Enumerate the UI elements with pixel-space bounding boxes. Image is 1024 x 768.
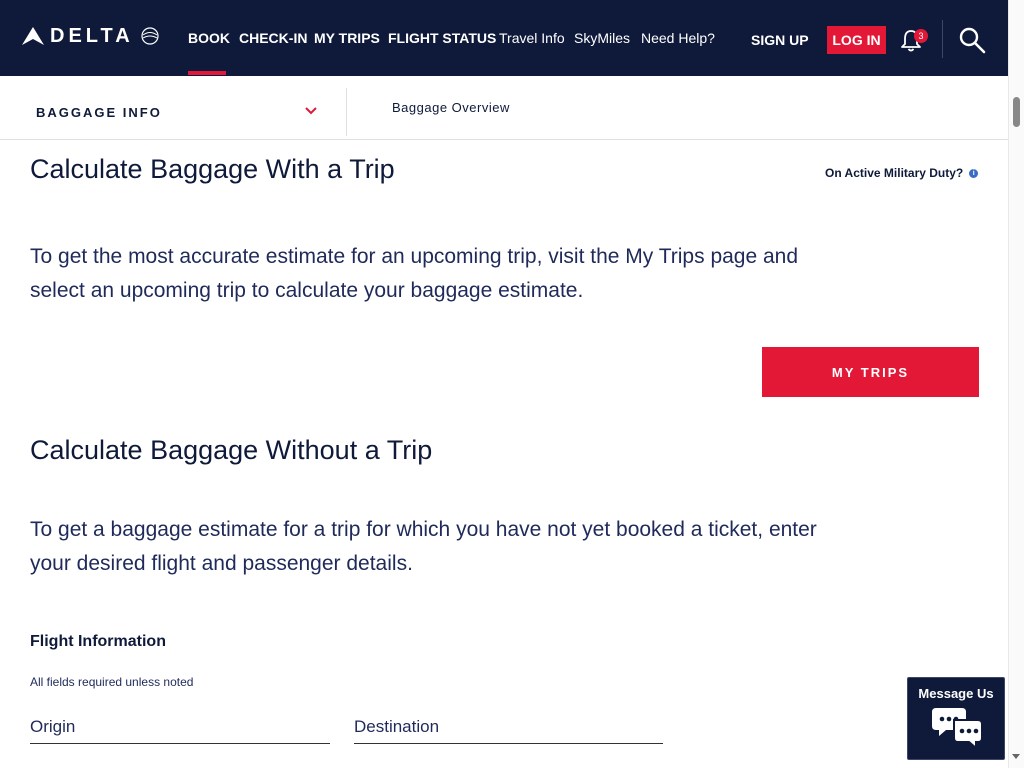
destination-label: Destination (354, 717, 440, 736)
skyteam-globe-icon (141, 27, 159, 45)
chat-bubbles-icon (932, 708, 983, 750)
flight-information-label: Flight Information (30, 633, 166, 650)
origin-field[interactable]: Origin (30, 714, 330, 744)
with-trip-heading: Calculate Baggage With a Trip (30, 154, 395, 184)
sign-up-link[interactable]: SIGN UP (751, 32, 809, 48)
message-us-button[interactable]: Message Us (907, 677, 1005, 760)
military-duty-label: On Active Military Duty? (825, 166, 964, 180)
search-icon[interactable] (958, 26, 986, 54)
origin-label: Origin (30, 717, 76, 736)
top-navigation: DELTA BOOK CHECK-IN MY TRIPS FLIGHT STAT… (0, 0, 1008, 76)
chevron-down-icon[interactable] (304, 106, 318, 116)
required-fields-note: All fields required unless noted (30, 675, 194, 689)
nav-travel-info[interactable]: Travel Info (499, 30, 565, 46)
delta-widget-icon (22, 27, 44, 45)
nav-my-trips[interactable]: MY TRIPS (314, 30, 380, 46)
nav-skymiles[interactable]: SkyMiles (574, 30, 630, 46)
military-duty-link[interactable]: On Active Military Duty? i (825, 166, 979, 180)
nav-book[interactable]: BOOK (188, 30, 230, 46)
subnav-divider (346, 88, 347, 136)
destination-field[interactable]: Destination (354, 714, 663, 744)
info-icon[interactable]: i (969, 168, 979, 178)
nav-need-help[interactable]: Need Help? (641, 30, 715, 46)
my-trips-button[interactable]: MY TRIPS (762, 347, 979, 397)
with-trip-description: To get the most accurate estimate for an… (30, 245, 799, 302)
baggage-info-dropdown[interactable]: BAGGAGE INFO (36, 105, 162, 120)
without-trip-heading: Calculate Baggage Without a Trip (30, 435, 433, 465)
brand-wordmark: DELTA (50, 24, 134, 47)
without-trip-description: To get a baggage estimate for a trip for… (30, 518, 817, 575)
scrollbar-thumb[interactable] (1013, 97, 1020, 127)
nav-check-in[interactable]: CHECK-IN (239, 30, 307, 46)
notification-badge: 3 (914, 29, 928, 43)
log-in-button[interactable]: LOG IN (827, 26, 886, 54)
baggage-overview-link[interactable]: Baggage Overview (392, 100, 510, 115)
active-nav-indicator (188, 71, 226, 75)
message-us-label: Message Us (918, 686, 994, 701)
nav-divider (942, 20, 943, 58)
scroll-down-arrow-icon[interactable] (1012, 754, 1020, 759)
delta-logo[interactable]: DELTA (22, 22, 160, 50)
nav-flight-status[interactable]: FLIGHT STATUS (388, 30, 496, 46)
